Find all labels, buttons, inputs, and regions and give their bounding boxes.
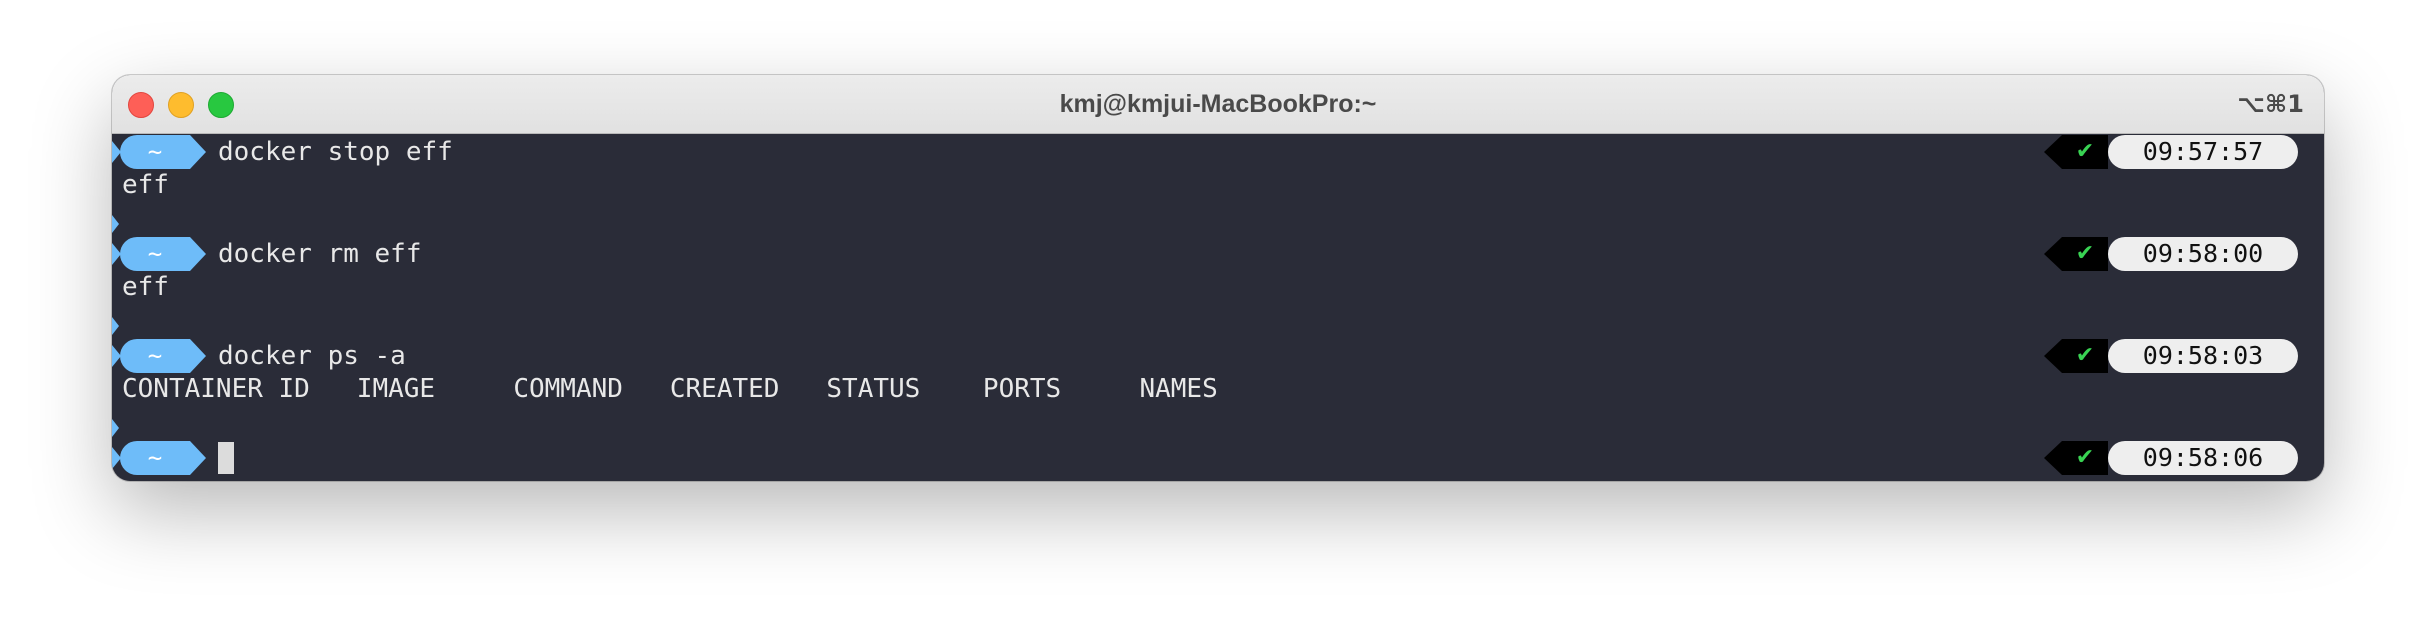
directory-segment: ~ [120,339,190,373]
segment-arrow-icon [190,339,206,373]
directory-segment: ~ [120,237,190,271]
output-line: eff [122,272,169,302]
segment-arrow-icon [190,237,206,271]
success-check-icon: ✔ [2062,237,2108,271]
status-arrow-icon [2044,441,2062,475]
line-marker-icon [112,317,119,335]
prompt-line: ~ docker stop eff ✔ 09:57:57 [112,135,2324,169]
success-check-icon: ✔ [2062,441,2108,475]
window-shortcut: ⌥⌘1 [2237,90,2304,118]
command-text: docker stop eff [218,137,453,167]
timestamp: 09:58:06 [2108,441,2298,475]
status-arrow-icon [2044,237,2062,271]
output-line: eff [122,170,169,200]
window-title: kmj@kmjui-MacBookPro:~ [1059,90,1377,118]
prompt-line: ~ docker ps -a ✔ 09:58:03 [112,339,2324,373]
current-prompt-line[interactable]: ~ ✔ 09:58:06 [112,441,2324,475]
terminal-window: kmj@kmjui-MacBookPro:~ ⌥⌘1 ~ docker stop… [112,75,2324,481]
line-marker-icon [112,419,119,437]
directory-segment: ~ [120,441,190,475]
command-text: docker ps -a [218,341,406,371]
title-bar[interactable]: kmj@kmjui-MacBookPro:~ ⌥⌘1 [112,75,2324,134]
segment-arrow-icon [190,135,206,169]
status-arrow-icon [2044,339,2062,373]
command-text: docker rm eff [218,239,422,269]
text-cursor[interactable] [218,442,234,474]
timestamp: 09:58:03 [2108,339,2298,373]
status-arrow-icon [2044,135,2062,169]
success-check-icon: ✔ [2062,135,2108,169]
success-check-icon: ✔ [2062,339,2108,373]
directory-segment: ~ [120,135,190,169]
line-marker-icon [112,215,119,233]
timestamp: 09:57:57 [2108,135,2298,169]
segment-arrow-icon [190,441,206,475]
terminal-output[interactable]: ~ docker stop eff ✔ 09:57:57 eff ~ docke… [112,134,2324,481]
output-header-line: CONTAINER ID IMAGE COMMAND CREATED STATU… [122,374,1218,404]
prompt-line: ~ docker rm eff ✔ 09:58:00 [112,237,2324,271]
timestamp: 09:58:00 [2108,237,2298,271]
